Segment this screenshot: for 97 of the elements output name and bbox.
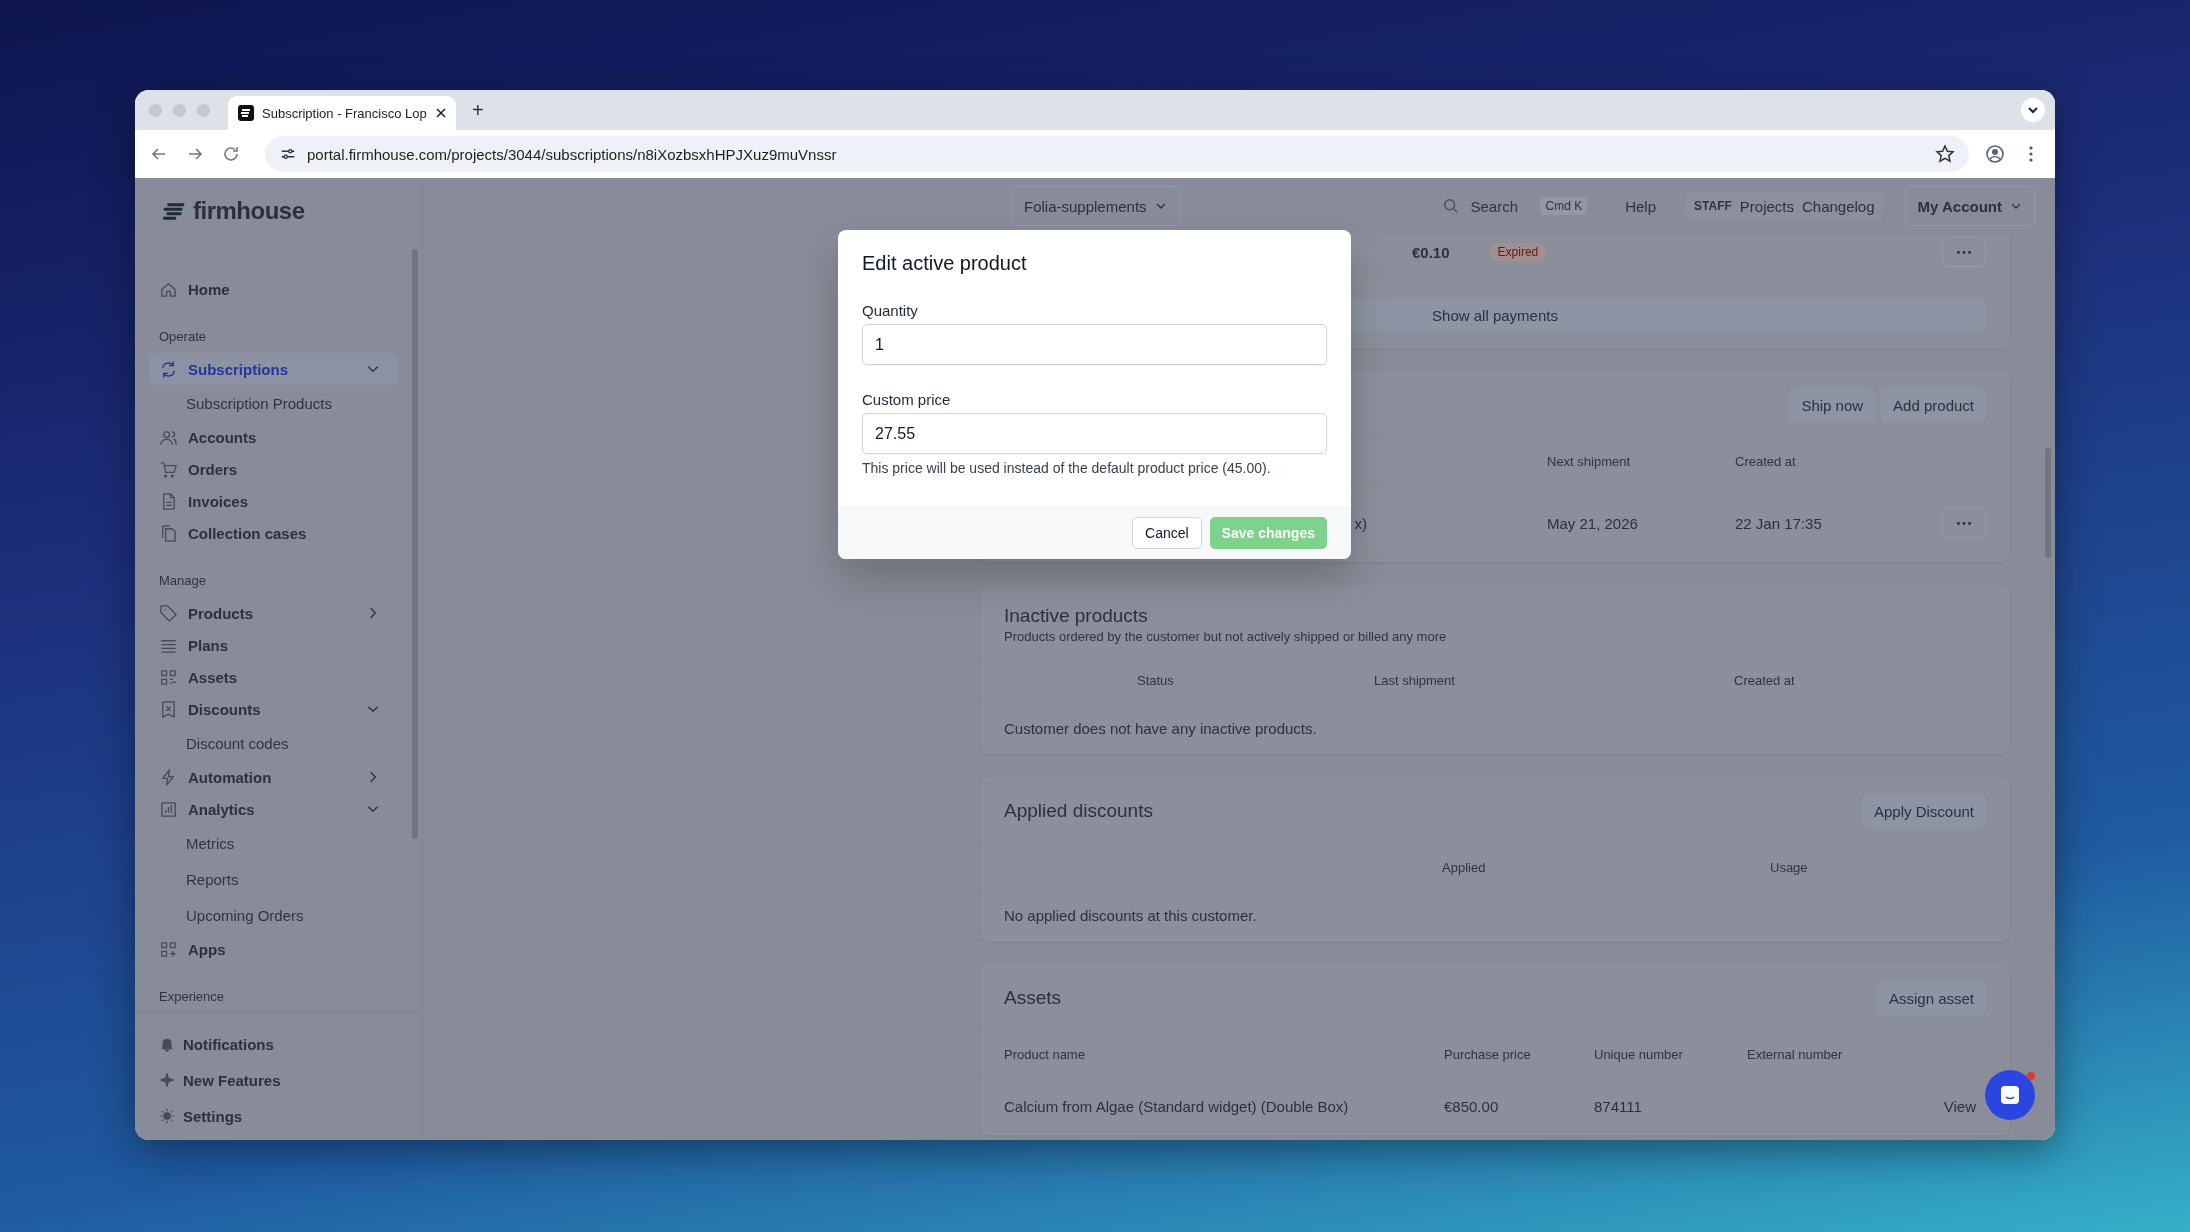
column-header: Purchase price xyxy=(1444,1046,1532,1062)
table-cell-text: €850.00 xyxy=(1444,1097,1500,1115)
payment-amount: €0.10 xyxy=(1412,243,1450,261)
table-cell-text: 874111 xyxy=(1594,1097,1643,1115)
section-heading: Manage xyxy=(159,572,207,590)
card-title: Assets xyxy=(1004,987,1062,1009)
bell-icon xyxy=(159,1036,175,1052)
reload-icon[interactable] xyxy=(221,144,241,164)
more-icon xyxy=(1956,249,1972,255)
sidebar-item[interactable]: Plans xyxy=(149,629,398,661)
sidebar-subitem[interactable]: Reports xyxy=(149,861,398,897)
logo-icon xyxy=(163,202,185,220)
sidebar-subitem[interactable]: Upcoming Orders xyxy=(149,897,398,933)
field-label: Quantity xyxy=(862,301,919,321)
nav-link[interactable]: Changelog xyxy=(1802,197,1875,215)
url-text: portal.firmhouse.com/projects/3044/subscriptions/n8iXozbsxhHPJXuz9muVnssr xyxy=(307,145,837,163)
sparkle-icon xyxy=(159,1072,175,1088)
account-dropdown[interactable]: My Account xyxy=(1904,186,2035,226)
chevron-down-icon[interactable] xyxy=(2021,98,2045,122)
cart-icon xyxy=(159,459,178,479)
grid-icon xyxy=(159,667,178,687)
empty-message: No applied discounts at this customer. xyxy=(982,890,2008,940)
column-header: Created at xyxy=(1735,453,1797,469)
card-subtitle: Products ordered by the customer but not actively shipped or billed any more xyxy=(1004,629,1447,644)
sidebar-item[interactable]: Apps xyxy=(149,933,398,965)
chat-icon xyxy=(1998,1083,2022,1107)
sidebar-item[interactable]: Collection cases xyxy=(149,517,398,549)
browser-tab[interactable]: Subscription - Francisco Lop xyxy=(228,96,456,130)
notification-dot xyxy=(2027,1072,2035,1080)
empty-message: Customer does not have any inactive products. xyxy=(982,703,2008,753)
sidebar-subitem[interactable]: Metrics xyxy=(149,825,398,861)
sidebar-item[interactable]: Automation xyxy=(149,761,398,793)
column-header: Last shipment xyxy=(1374,672,1456,688)
sidebar-item[interactable]: Orders xyxy=(149,453,398,485)
nav-link[interactable]: Projects xyxy=(1739,197,1794,215)
chat-button[interactable] xyxy=(1985,1070,2035,1120)
sidebar-item[interactable]: New Features xyxy=(149,1064,408,1096)
new-tab-button[interactable]: + xyxy=(472,98,484,122)
shortcut-hint: Cmd K xyxy=(1540,197,1588,215)
tab-title: Subscription - Francisco Lop xyxy=(262,105,428,121)
address-bar[interactable]: portal.firmhouse.com/projects/3044/subscriptions/n8iXozbsxhHPJXuz9muVnssr xyxy=(265,136,1969,172)
action-button[interactable]: Ship now xyxy=(1789,388,1876,422)
column-header: Created at xyxy=(1734,672,1796,688)
column-header: Status xyxy=(1137,672,1175,688)
star-icon[interactable] xyxy=(1935,144,1955,164)
sidebar-item[interactable]: Notifications xyxy=(149,1028,408,1060)
column-header: Product name xyxy=(1004,1046,1086,1062)
tag-icon xyxy=(159,603,178,623)
help-link[interactable]: Help xyxy=(1625,197,1656,215)
project-dropdown[interactable]: Folia-supplements xyxy=(1011,186,1180,226)
sidebar-item[interactable]: Accounts xyxy=(149,421,398,453)
apply-discount-button[interactable]: Apply Discount xyxy=(1861,794,1986,828)
section-heading: Operate xyxy=(159,328,207,346)
refresh-icon xyxy=(159,359,178,379)
table-cell-text: 22 Jan 17:35 xyxy=(1735,514,1823,532)
view-link[interactable]: View xyxy=(1943,1097,1976,1115)
sidebar-item[interactable]: Assets xyxy=(149,661,398,693)
dialog-title: Edit active product xyxy=(862,251,1028,276)
more-icon xyxy=(1956,520,1972,526)
apps-icon xyxy=(159,939,178,959)
status-badge: Expired xyxy=(1489,243,1547,261)
column-header: External number xyxy=(1747,1046,1844,1062)
card-title: Inactive products xyxy=(1004,605,1148,627)
table-cell: x) xyxy=(1354,514,1367,532)
close-icon[interactable] xyxy=(436,108,446,118)
sidebar-item[interactable]: Subscriptions xyxy=(149,353,398,385)
input-field[interactable]: 27.55 xyxy=(862,413,1327,454)
profile-icon[interactable] xyxy=(1985,144,2005,164)
cancel-button[interactable]: Cancel xyxy=(1132,516,1202,549)
assign-asset-button[interactable]: Assign asset xyxy=(1876,981,1986,1015)
staff-label: STAFF xyxy=(1694,199,1732,213)
action-button[interactable]: Add product xyxy=(1881,388,1986,422)
logo-text: firmhouse xyxy=(193,197,305,225)
field-label: Custom price xyxy=(862,390,952,410)
search-field[interactable]: Search xyxy=(1468,196,1533,216)
sidebar-subitem[interactable]: Discount codes xyxy=(149,725,398,761)
section-heading: Experience xyxy=(159,988,226,1006)
chart-icon xyxy=(159,799,178,819)
column-header: Unique number xyxy=(1594,1046,1684,1062)
field-hint: This price will be used instead of the default product price (45.00). xyxy=(862,460,1272,476)
search-icon xyxy=(1442,197,1461,215)
table-cell-text: May 21, 2026 xyxy=(1547,514,1639,532)
input-field[interactable]: 1 xyxy=(862,324,1327,365)
sidebar-item[interactable]: Analytics xyxy=(149,793,398,825)
column-header: Usage xyxy=(1770,859,1809,875)
column-header: Next shipment xyxy=(1547,453,1632,469)
logo-icon xyxy=(238,105,254,121)
sidebar-item[interactable]: Invoices xyxy=(149,485,398,517)
card-title: Applied discounts xyxy=(1004,800,1153,822)
sidebar-item[interactable]: Products xyxy=(149,597,398,629)
column-header: Applied xyxy=(1442,859,1487,875)
sidebar-item[interactable]: Home xyxy=(149,273,398,305)
sidebar-subitem[interactable]: Subscription Products xyxy=(149,385,398,421)
table-cell-text: Calcium from Algae (Standard widget) (Double Box) xyxy=(1004,1097,1350,1115)
sidebar-item[interactable]: Settings xyxy=(149,1100,408,1132)
copies-icon xyxy=(159,523,178,543)
sidebar-item[interactable]: Discounts xyxy=(149,693,398,725)
